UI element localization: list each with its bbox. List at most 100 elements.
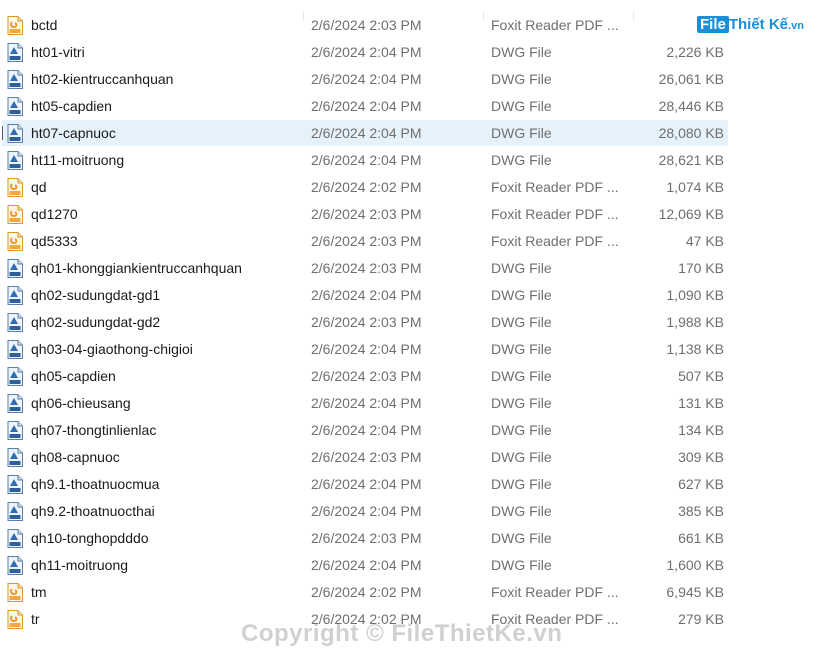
file-row[interactable]: qd1270 2/6/2024 2:03 PM Foxit Reader PDF .… bbox=[0, 201, 832, 228]
file-name[interactable]: ht01-vitri bbox=[31, 39, 85, 66]
file-name[interactable]: qd bbox=[31, 174, 47, 201]
pdf-file-icon bbox=[7, 232, 23, 251]
file-size: 6,945 KB bbox=[666, 584, 724, 600]
file-size: 26,061 KB bbox=[658, 71, 724, 87]
file-type: DWG File bbox=[491, 260, 552, 276]
file-row[interactable]: ht11-moitruong 2/6/2024 2:04 PM DWG File 28… bbox=[0, 147, 832, 174]
file-name[interactable]: ht07-capnuoc bbox=[31, 120, 116, 147]
logo-part-file: File bbox=[697, 16, 729, 33]
file-type: DWG File bbox=[491, 125, 552, 141]
file-row[interactable]: ht01-vitri 2/6/2024 2:04 PM DWG File 2,226 … bbox=[0, 39, 832, 66]
pdf-file-icon bbox=[7, 583, 23, 602]
file-name[interactable]: qh9.2-thoatnuocthai bbox=[31, 498, 155, 525]
file-name[interactable]: qh10-tonghopdddo bbox=[31, 525, 149, 552]
file-type: DWG File bbox=[491, 71, 552, 87]
dwg-file-icon bbox=[7, 340, 23, 359]
file-row[interactable]: qd5333 2/6/2024 2:03 PM Foxit Reader PDF .… bbox=[0, 228, 832, 255]
file-row[interactable]: ht07-capnuoc 2/6/2024 2:04 PM DWG File 28,0… bbox=[0, 120, 832, 147]
file-date-modified: 2/6/2024 2:04 PM bbox=[311, 341, 422, 357]
file-name[interactable]: qd1270 bbox=[31, 201, 78, 228]
file-size: 279 KB bbox=[678, 611, 724, 627]
file-date-modified: 2/6/2024 2:04 PM bbox=[311, 287, 422, 303]
file-name[interactable]: bctd bbox=[31, 12, 57, 39]
file-date-modified: 2/6/2024 2:04 PM bbox=[311, 152, 422, 168]
file-name[interactable]: qh06-chieusang bbox=[31, 390, 131, 417]
file-name[interactable]: qh9.1-thoatnuocmua bbox=[31, 471, 159, 498]
file-row[interactable]: qh07-thongtinlienlac 2/6/2024 2:04 PM DWG … bbox=[0, 417, 832, 444]
file-name[interactable]: qh03-04-giaothong-chigioi bbox=[31, 336, 193, 363]
dwg-file-icon bbox=[7, 448, 23, 467]
file-row[interactable]: qd 2/6/2024 2:02 PM Foxit Reader PDF ... 1,… bbox=[0, 174, 832, 201]
file-size: 1,090 KB bbox=[666, 287, 724, 303]
pdf-file-icon bbox=[7, 610, 23, 629]
file-date-modified: 2/6/2024 2:02 PM bbox=[311, 584, 422, 600]
file-row[interactable]: qh02-sudungdat-gd1 2/6/2024 2:04 PM DWG Fi… bbox=[0, 282, 832, 309]
file-name[interactable]: qh07-thongtinlienlac bbox=[31, 417, 156, 444]
file-row[interactable]: qh05-capdien 2/6/2024 2:03 PM DWG File 507 … bbox=[0, 363, 832, 390]
file-name[interactable]: qh08-capnuoc bbox=[31, 444, 120, 471]
dwg-file-icon bbox=[7, 421, 23, 440]
file-date-modified: 2/6/2024 2:03 PM bbox=[311, 260, 422, 276]
file-name[interactable]: qh02-sudungdat-gd2 bbox=[31, 309, 160, 336]
copyright-watermark: Copyright © FileThietKe.vn bbox=[241, 620, 563, 647]
file-type: DWG File bbox=[491, 152, 552, 168]
file-type: DWG File bbox=[491, 395, 552, 411]
file-size: 309 KB bbox=[678, 449, 724, 465]
file-name[interactable]: qh01-khonggiankientruccanhquan bbox=[31, 255, 242, 282]
file-name[interactable]: tr bbox=[31, 606, 40, 633]
pdf-file-icon bbox=[7, 178, 23, 197]
file-row[interactable]: qh9.1-thoatnuocmua 2/6/2024 2:04 PM DWG Fi… bbox=[0, 471, 832, 498]
file-row[interactable]: ht02-kientruccanhquan 2/6/2024 2:04 PM DWG… bbox=[0, 66, 832, 93]
logo-part-domain: .vn bbox=[788, 20, 804, 32]
dwg-file-icon bbox=[7, 394, 23, 413]
site-logo: File Thiết Kế.vn bbox=[697, 16, 804, 38]
file-row[interactable]: qh10-tonghopdddo 2/6/2024 2:03 PM DWG File… bbox=[0, 525, 832, 552]
file-date-modified: 2/6/2024 2:04 PM bbox=[311, 503, 422, 519]
file-type: DWG File bbox=[491, 422, 552, 438]
file-name[interactable]: qh11-moitruong bbox=[31, 552, 128, 579]
dwg-file-icon bbox=[7, 502, 23, 521]
file-name[interactable]: ht11-moitruong bbox=[31, 147, 124, 174]
file-name[interactable]: ht02-kientruccanhquan bbox=[31, 66, 173, 93]
file-row[interactable]: qh02-sudungdat-gd2 2/6/2024 2:03 PM DWG Fi… bbox=[0, 309, 832, 336]
file-type: DWG File bbox=[491, 98, 552, 114]
file-name[interactable]: ht05-capdien bbox=[31, 93, 112, 120]
file-date-modified: 2/6/2024 2:03 PM bbox=[311, 368, 422, 384]
file-date-modified: 2/6/2024 2:04 PM bbox=[311, 125, 422, 141]
dwg-file-icon bbox=[7, 259, 23, 278]
file-size: 1,138 KB bbox=[666, 341, 724, 357]
file-date-modified: 2/6/2024 2:04 PM bbox=[311, 476, 422, 492]
file-type: DWG File bbox=[491, 557, 552, 573]
file-row[interactable]: qh11-moitruong 2/6/2024 2:04 PM DWG File 1,… bbox=[0, 552, 832, 579]
file-row[interactable]: tm 2/6/2024 2:02 PM Foxit Reader PDF ... 6,… bbox=[0, 579, 832, 606]
file-type: Foxit Reader PDF ... bbox=[491, 17, 619, 33]
file-row[interactable]: qh03-04-giaothong-chigioi 2/6/2024 2:04 P… bbox=[0, 336, 832, 363]
pdf-file-icon bbox=[7, 205, 23, 224]
file-name[interactable]: tm bbox=[31, 579, 47, 606]
file-date-modified: 2/6/2024 2:03 PM bbox=[311, 206, 422, 222]
file-size: 28,446 KB bbox=[658, 98, 724, 114]
file-row[interactable]: qh06-chieusang 2/6/2024 2:04 PM DWG File 13… bbox=[0, 390, 832, 417]
dwg-file-icon bbox=[7, 97, 23, 116]
file-size: 2,226 KB bbox=[666, 44, 724, 60]
file-type: Foxit Reader PDF ... bbox=[491, 206, 619, 222]
dwg-file-icon bbox=[7, 124, 23, 143]
file-name[interactable]: qh02-sudungdat-gd1 bbox=[31, 282, 160, 309]
file-type: Foxit Reader PDF ... bbox=[491, 233, 619, 249]
file-size: 1,074 KB bbox=[666, 179, 724, 195]
file-name[interactable]: qh05-capdien bbox=[31, 363, 116, 390]
file-date-modified: 2/6/2024 2:03 PM bbox=[311, 233, 422, 249]
file-date-modified: 2/6/2024 2:03 PM bbox=[311, 449, 422, 465]
file-row[interactable]: qh08-capnuoc 2/6/2024 2:03 PM DWG File 309 … bbox=[0, 444, 832, 471]
file-size: 28,621 KB bbox=[658, 152, 724, 168]
file-date-modified: 2/6/2024 2:04 PM bbox=[311, 557, 422, 573]
file-size: 28,080 KB bbox=[658, 125, 724, 141]
file-row[interactable]: qh9.2-thoatnuocthai 2/6/2024 2:04 PM DWG F… bbox=[0, 498, 832, 525]
file-row[interactable]: ht05-capdien 2/6/2024 2:04 PM DWG File 28,4… bbox=[0, 93, 832, 120]
file-size: 131 KB bbox=[678, 395, 724, 411]
file-list: bctd 2/6/2024 2:03 PM Foxit Reader PDF ...… bbox=[0, 12, 832, 633]
file-size: 47 KB bbox=[685, 233, 724, 249]
file-name[interactable]: qd5333 bbox=[31, 228, 78, 255]
file-type: DWG File bbox=[491, 314, 552, 330]
file-row[interactable]: qh01-khonggiankientruccanhquan 2/6/2024 2… bbox=[0, 255, 832, 282]
